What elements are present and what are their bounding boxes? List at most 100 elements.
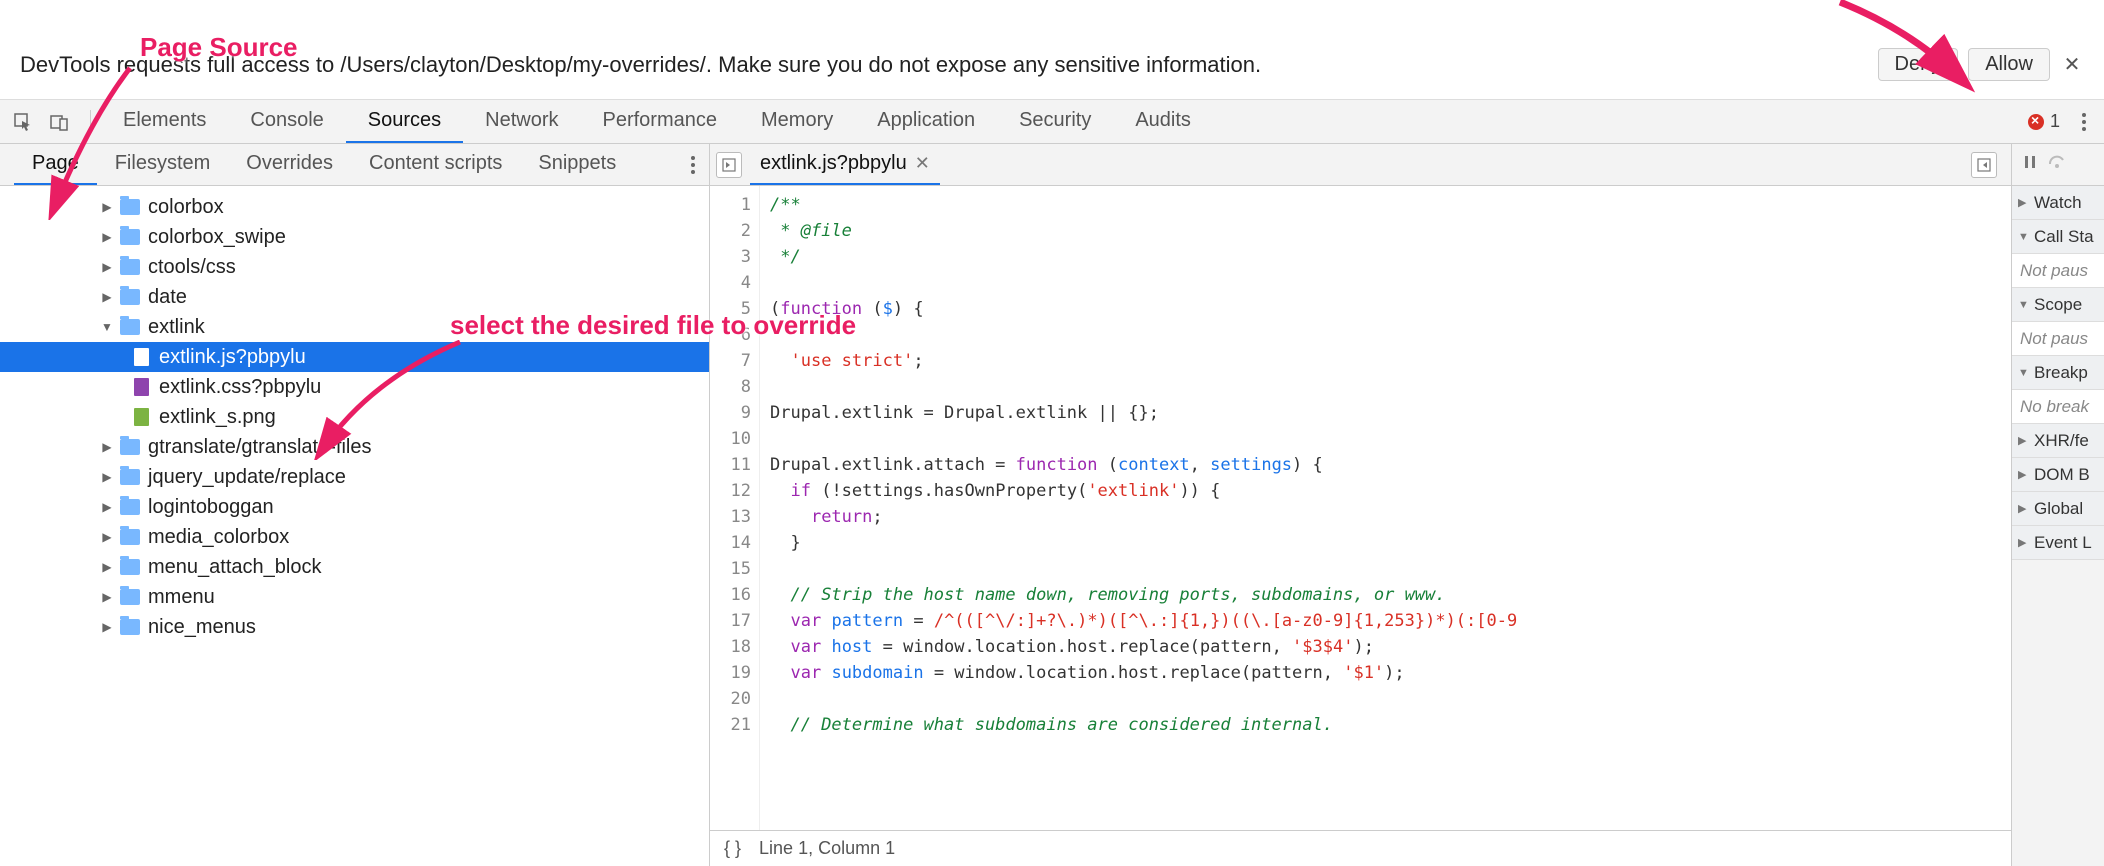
folder-icon: [120, 529, 140, 545]
tab-security[interactable]: Security: [997, 100, 1113, 143]
editor-tabs: extlink.js?pbpylu ✕: [710, 144, 2011, 186]
settings-kebab-icon[interactable]: [2072, 113, 2096, 131]
debug-section-label: XHR/fe: [2034, 431, 2089, 451]
file-row[interactable]: extlink.css?pbpylu: [0, 372, 709, 402]
editor-status-bar: { } Line 1, Column 1: [710, 830, 2011, 866]
debug-section-domb[interactable]: ▶DOM B: [2012, 458, 2104, 492]
format-icon[interactable]: { }: [724, 838, 741, 859]
device-toggle-icon[interactable]: [44, 107, 74, 137]
chevron-right-icon: ▶: [100, 590, 114, 604]
navigator-toggle-icon[interactable]: [716, 152, 742, 178]
chevron-right-icon: ▶: [100, 530, 114, 544]
folder-row[interactable]: ▶colorbox_swipe: [0, 222, 709, 252]
navigator-kebab-icon[interactable]: [681, 156, 705, 174]
chevron-right-icon: ▶: [100, 440, 114, 454]
folder-icon: [120, 199, 140, 215]
chevron-down-icon: ▼: [2018, 231, 2030, 243]
folder-row[interactable]: ▶nice_menus: [0, 612, 709, 642]
tree-item-label: ctools/css: [148, 256, 236, 279]
close-tab-icon[interactable]: ✕: [915, 153, 930, 174]
tree-item-label: nice_menus: [148, 616, 256, 639]
debug-section-status: Not paus: [2012, 254, 2104, 288]
editor-tab[interactable]: extlink.js?pbpylu ✕: [750, 144, 940, 185]
folder-row[interactable]: ▼extlink: [0, 312, 709, 342]
step-over-icon[interactable]: [2048, 154, 2068, 175]
inspect-icon[interactable]: [8, 107, 38, 137]
tab-console[interactable]: Console: [228, 100, 345, 143]
folder-row[interactable]: ▶logintoboggan: [0, 492, 709, 522]
chevron-right-icon: ▶: [2018, 434, 2030, 447]
folder-row[interactable]: ▶ ctools/css: [0, 252, 709, 282]
tab-performance[interactable]: Performance: [581, 100, 740, 143]
close-icon[interactable]: ✕: [2060, 53, 2084, 77]
navigator-tab-filesystem[interactable]: Filesystem: [97, 144, 229, 185]
tree-item-label: gtranslate/gtranslate-files: [148, 436, 371, 459]
folder-icon: [120, 289, 140, 305]
chevron-down-icon: ▼: [2018, 299, 2030, 311]
tab-audits[interactable]: Audits: [1113, 100, 1213, 143]
code-content[interactable]: /** * @file */ (function ($) { 'use stri…: [760, 186, 2011, 830]
tab-network[interactable]: Network: [463, 100, 580, 143]
navigator-tab-page[interactable]: Page: [14, 144, 97, 185]
chevron-right-icon: ▶: [100, 290, 114, 304]
img-file-icon: [134, 408, 149, 426]
debugger-toggle-icon[interactable]: [1971, 152, 1997, 178]
line-gutter: 123456789101112131415161718192021: [710, 186, 760, 830]
debug-section-scope[interactable]: ▼Scope: [2012, 288, 2104, 322]
folder-row[interactable]: ▶ date: [0, 282, 709, 312]
folder-row[interactable]: ▶ media_colorbox: [0, 522, 709, 552]
code-editor[interactable]: 123456789101112131415161718192021 /** * …: [710, 186, 2011, 830]
folder-row[interactable]: ▶mmenu: [0, 582, 709, 612]
tree-item-label: date: [148, 286, 187, 309]
debug-section-eventl[interactable]: ▶Event L: [2012, 526, 2104, 560]
file-row[interactable]: extlink.js?pbpylu: [0, 342, 709, 372]
folder-row[interactable]: ▶ gtranslate/gtranslate-files: [0, 432, 709, 462]
editor-area: extlink.js?pbpylu ✕ 12345678910111213141…: [710, 144, 2012, 866]
pause-icon[interactable]: [2022, 154, 2038, 175]
debugger-panel: ▶Watch▼Call StaNot paus▼ScopeNot paus▼Br…: [2012, 144, 2104, 866]
tab-elements[interactable]: Elements: [101, 100, 228, 143]
tab-memory[interactable]: Memory: [739, 100, 855, 143]
folder-row[interactable]: ▶menu_attach_block: [0, 552, 709, 582]
folder-icon: [120, 439, 140, 455]
error-badge[interactable]: 1: [2028, 111, 2060, 132]
chevron-right-icon: ▶: [2018, 468, 2030, 481]
file-tree[interactable]: ▶colorbox▶colorbox_swipe ▶ ctools/css ▶ date…: [0, 186, 709, 866]
chevron-right-icon: ▶: [100, 260, 114, 274]
debug-section-breakp[interactable]: ▼Breakp: [2012, 356, 2104, 390]
error-count: 1: [2050, 111, 2060, 132]
debug-section-label: Call Sta: [2034, 227, 2094, 247]
tab-sources[interactable]: Sources: [346, 100, 463, 143]
tree-item-label: logintoboggan: [148, 496, 274, 519]
deny-button[interactable]: Deny: [1878, 48, 1959, 81]
navigator-tab-snippets[interactable]: Snippets: [520, 144, 634, 185]
navigator-tab-overrides[interactable]: Overrides: [228, 144, 351, 185]
debug-section-watch[interactable]: ▶Watch: [2012, 186, 2104, 220]
debug-section-global[interactable]: ▶Global: [2012, 492, 2104, 526]
tree-item-label: extlink.js?pbpylu: [159, 346, 306, 369]
tab-application[interactable]: Application: [855, 100, 997, 143]
tree-item-label: extlink_s.png: [159, 406, 276, 429]
editor-tab-name: extlink.js?pbpylu: [760, 152, 907, 175]
chevron-right-icon: ▶: [2018, 196, 2030, 209]
navigator-tab-content-scripts[interactable]: Content scripts: [351, 144, 520, 185]
folder-row[interactable]: ▶colorbox: [0, 192, 709, 222]
debug-section-status: No break: [2012, 390, 2104, 424]
workspace: PageFilesystemOverridesContent scriptsSn…: [0, 144, 2104, 866]
file-row[interactable]: extlink_s.png: [0, 402, 709, 432]
tree-item-label: media_colorbox: [148, 526, 289, 549]
folder-row[interactable]: ▶jquery_update/replace: [0, 462, 709, 492]
chevron-right-icon: ▶: [100, 200, 114, 214]
folder-icon: [120, 559, 140, 575]
allow-button[interactable]: Allow: [1968, 48, 2050, 81]
debug-section-callsta[interactable]: ▼ Call Sta: [2012, 220, 2104, 254]
js-file-icon: [134, 348, 149, 366]
permission-prompt-text: DevTools requests full access to /Users/…: [20, 52, 1261, 78]
debug-section-xhrfe[interactable]: ▶ XHR/fe: [2012, 424, 2104, 458]
debug-section-label: Breakp: [2034, 363, 2088, 383]
devtools-main-tabs: ElementsConsoleSourcesNetworkPerformance…: [101, 100, 1213, 143]
debug-section-status: Not paus: [2012, 322, 2104, 356]
devtools-toolbar: ElementsConsoleSourcesNetworkPerformance…: [0, 100, 2104, 144]
folder-icon: [120, 319, 140, 335]
debug-section-label: Event L: [2034, 533, 2092, 553]
